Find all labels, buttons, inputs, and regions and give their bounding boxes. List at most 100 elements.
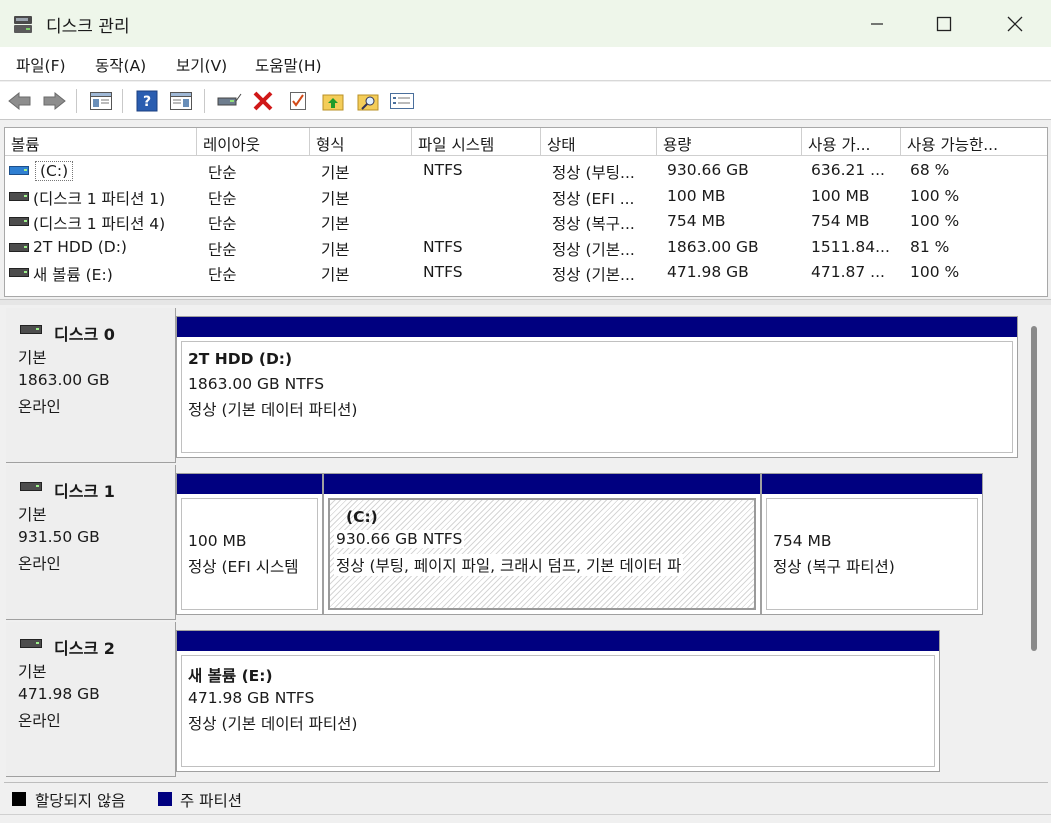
column-header-status[interactable]: 상태 — [541, 128, 657, 156]
column-header-free-space[interactable]: 사용 가... — [802, 128, 901, 156]
close-icon — [1007, 16, 1023, 31]
minimize-button[interactable] — [842, 0, 912, 47]
partition-c[interactable]: (C:) 930.66 GB NTFS 정상 (부팅, 페이지 파일, 크래시 … — [323, 473, 761, 615]
cell-free-percent: 68 % — [910, 161, 950, 179]
cell-free-space: 100 MB — [811, 187, 870, 205]
help-button[interactable]: ? — [134, 88, 160, 114]
help-icon: ? — [136, 90, 158, 112]
close-button[interactable] — [980, 0, 1050, 47]
search-folder-button[interactable] — [355, 88, 381, 114]
partition-body: 754 MB 정상 (복구 파티션) — [766, 498, 978, 610]
partition-d[interactable]: 2T HDD (D:) 1863.00 GB NTFS 정상 (기본 데이터 파… — [176, 316, 1018, 458]
primary-partition-bar — [177, 317, 1017, 337]
settings-list-icon — [390, 93, 414, 109]
disk-icon — [20, 482, 42, 491]
disk-kind: 기본 — [18, 663, 47, 681]
cell-status: 정상 (부팅... — [552, 164, 635, 182]
cell-free-percent: 100 % — [910, 212, 960, 230]
unallocated-swatch — [12, 792, 26, 806]
cell-volume: (디스크 1 파티션 4) — [33, 215, 166, 233]
column-header-layout[interactable]: 레이아웃 — [197, 128, 310, 156]
cell-layout: 단순 — [208, 215, 237, 233]
partition-body-selected: (C:) 930.66 GB NTFS 정상 (부팅, 페이지 파일, 크래시 … — [328, 498, 756, 610]
drive-icon — [9, 217, 29, 226]
column-header-volume[interactable]: 볼륨 — [5, 128, 197, 156]
partition-status: 정상 (기본 데이터 파티션) — [188, 715, 358, 733]
cell-status: 정상 (EFI ... — [552, 190, 635, 208]
cell-volume: 새 볼륨 (E:) — [33, 266, 113, 284]
cell-capacity: 930.66 GB — [667, 161, 749, 179]
maximize-button[interactable] — [909, 0, 979, 47]
partition-title: (C:) — [346, 508, 378, 526]
menu-help[interactable]: 도움말(H) — [255, 54, 322, 76]
connect-drive-button[interactable] — [216, 88, 242, 114]
cell-type: 기본 — [321, 190, 350, 208]
table-row[interactable]: (디스크 1 파티션 1) 단순 기본 정상 (EFI ... 100 MB 1… — [5, 184, 1047, 209]
disk-name: 디스크 0 — [54, 325, 115, 344]
disk-0-label[interactable]: 디스크 0 기본 1863.00 GB 온라인 — [6, 308, 176, 463]
delete-icon — [253, 91, 273, 111]
cell-type: 기본 — [321, 164, 350, 182]
disk-kind: 기본 — [18, 506, 47, 524]
partition-size: 100 MB — [188, 532, 247, 550]
cell-type: 기본 — [321, 215, 350, 233]
disk-2-label[interactable]: 디스크 2 기본 471.98 GB 온라인 — [6, 622, 176, 777]
legend-primary-partition: 주 파티션 — [180, 792, 242, 810]
cell-free-percent: 100 % — [910, 263, 960, 281]
disk-state: 온라인 — [18, 398, 61, 416]
properties-check-button[interactable] — [285, 88, 311, 114]
maximize-icon — [936, 16, 952, 31]
console-tree-button[interactable] — [88, 88, 114, 114]
drive-icon — [9, 243, 29, 252]
drive-icon — [9, 192, 29, 201]
menu-file[interactable]: 파일(F) — [16, 54, 66, 76]
primary-partition-bar — [177, 474, 322, 494]
disk-management-app-icon — [14, 16, 32, 33]
column-header-capacity[interactable]: 용량 — [657, 128, 802, 156]
column-header-filesystem[interactable]: 파일 시스템 — [412, 128, 541, 156]
partition-size: 471.98 GB NTFS — [188, 689, 315, 707]
back-button[interactable] — [7, 88, 33, 114]
vertical-scrollbar[interactable] — [1028, 318, 1040, 653]
settings-list-button[interactable] — [389, 88, 415, 114]
partition-title: 2T HDD (D:) — [188, 350, 293, 368]
menu-view[interactable]: 보기(V) — [176, 54, 227, 76]
column-header-free-percent[interactable]: 사용 가능한... — [901, 128, 1047, 156]
partition-body: 새 볼륨 (E:) 471.98 GB NTFS 정상 (기본 데이터 파티션) — [181, 655, 935, 767]
table-row[interactable]: 2T HDD (D:) 단순 기본 NTFS 정상 (기본... 1863.00… — [5, 235, 1047, 260]
disk-icon — [20, 639, 42, 648]
cell-layout: 단순 — [208, 164, 237, 182]
cell-filesystem: NTFS — [423, 263, 463, 281]
partition-efi[interactable]: 100 MB 정상 (EFI 시스템 — [176, 473, 323, 615]
cell-free-space: 471.87 ... — [811, 263, 885, 281]
menu-action[interactable]: 동작(A) — [95, 54, 146, 76]
disk-1-label[interactable]: 디스크 1 기본 931.50 GB 온라인 — [6, 465, 176, 620]
disk-state: 온라인 — [18, 555, 61, 573]
up-folder-button[interactable] — [320, 88, 346, 114]
status-bar — [0, 814, 1051, 823]
column-header-type[interactable]: 형식 — [310, 128, 412, 156]
partition-e[interactable]: 새 볼륨 (E:) 471.98 GB NTFS 정상 (기본 데이터 파티션) — [176, 630, 940, 772]
delete-button[interactable] — [250, 88, 276, 114]
primary-partition-swatch — [158, 792, 172, 806]
up-folder-icon — [322, 94, 344, 111]
properties-view-button[interactable] — [168, 88, 194, 114]
table-row[interactable]: 새 볼륨 (E:) 단순 기본 NTFS 정상 (기본... 471.98 GB… — [5, 260, 1047, 285]
cell-type: 기본 — [321, 241, 350, 259]
cell-capacity: 1863.00 GB — [667, 238, 759, 256]
cell-free-percent: 100 % — [910, 187, 960, 205]
forward-button[interactable] — [41, 88, 67, 114]
table-row[interactable]: (디스크 1 파티션 4) 단순 기본 정상 (복구... 754 MB 754… — [5, 209, 1047, 234]
legend-unallocated: 할당되지 않음 — [35, 792, 126, 810]
drive-icon — [9, 268, 29, 277]
pane-splitter[interactable] — [0, 299, 1051, 305]
partition-recovery[interactable]: 754 MB 정상 (복구 파티션) — [761, 473, 983, 615]
disk-name: 디스크 1 — [54, 482, 115, 501]
cell-capacity: 100 MB — [667, 187, 726, 205]
scrollbar-thumb[interactable] — [1031, 326, 1037, 651]
table-row[interactable]: (C:) 단순 기본 NTFS 정상 (부팅... 930.66 GB 636.… — [5, 158, 1047, 183]
partition-size: 1863.00 GB NTFS — [188, 375, 325, 393]
disk-size: 1863.00 GB — [18, 371, 110, 389]
disk-map: 디스크 0 기본 1863.00 GB 온라인 2T HDD (D:) 1863… — [6, 306, 1042, 781]
disk-name: 디스크 2 — [54, 639, 115, 658]
